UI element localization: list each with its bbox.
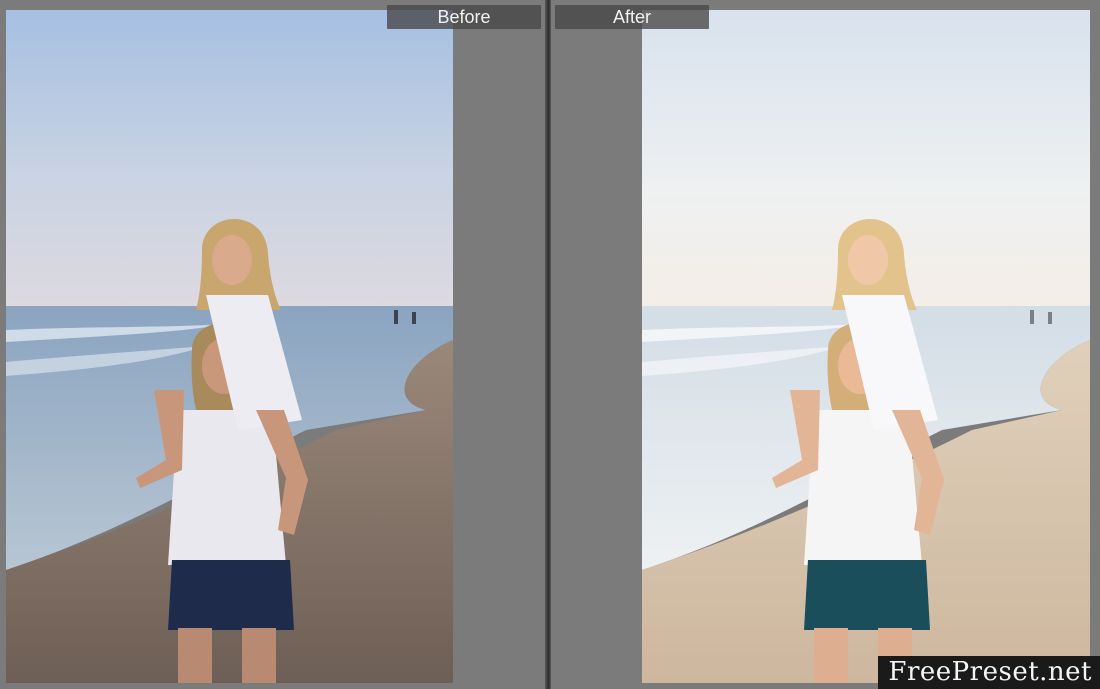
before-after-compare-view: Before After FreePreset.net	[0, 0, 1100, 689]
before-photo[interactable]	[6, 10, 453, 683]
after-pane: After	[551, 0, 1100, 689]
watermark-logo: FreePreset.net	[878, 656, 1100, 689]
after-label: After	[555, 5, 709, 29]
before-photo-image	[6, 10, 453, 683]
after-photo-image	[642, 10, 1090, 683]
before-pane: Before	[0, 0, 545, 689]
before-label: Before	[387, 5, 541, 29]
after-photo[interactable]	[642, 10, 1090, 683]
